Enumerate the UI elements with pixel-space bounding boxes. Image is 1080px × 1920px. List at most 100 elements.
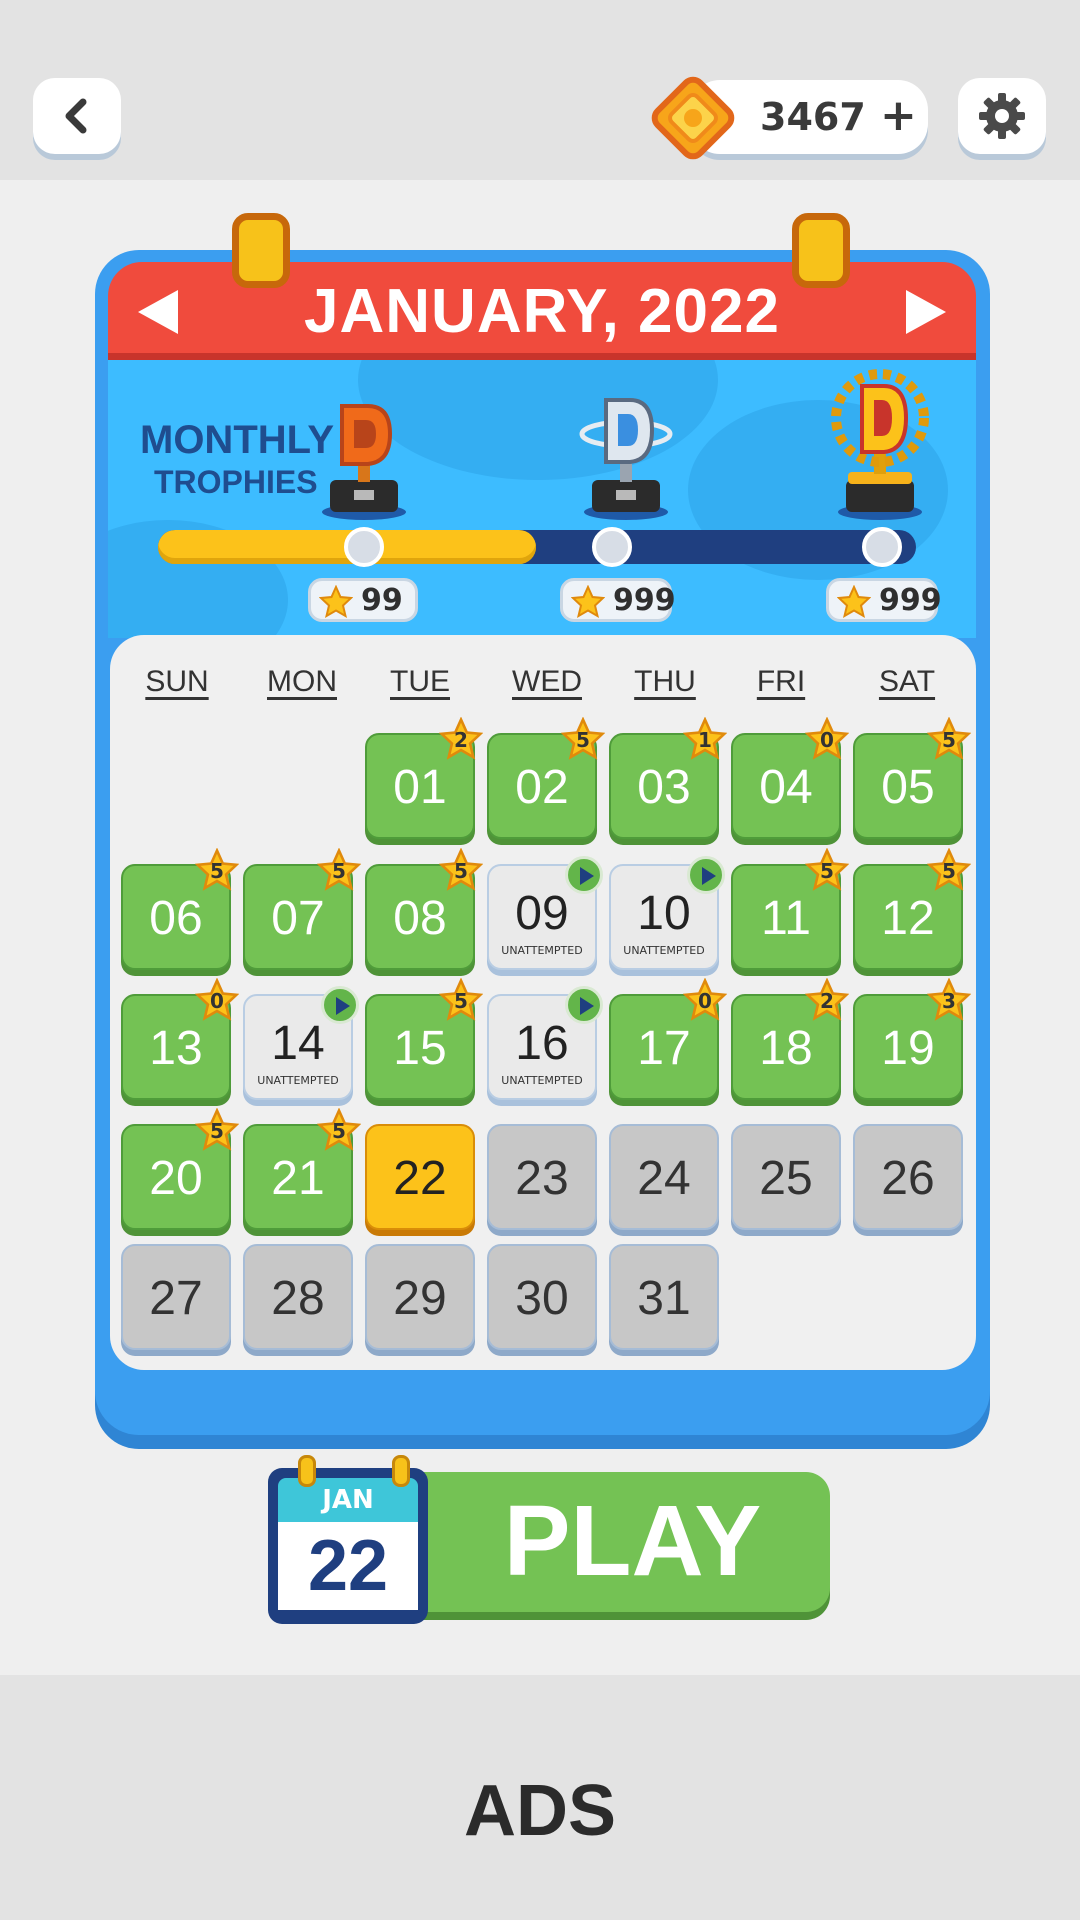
day-cell-20[interactable]: 20 5 bbox=[121, 1107, 240, 1230]
day-cell-06[interactable]: 06 5 bbox=[121, 847, 240, 970]
star-count: 5 bbox=[210, 859, 224, 883]
day-cell-08[interactable]: 08 5 bbox=[365, 847, 484, 970]
star-icon: 5 bbox=[926, 716, 972, 761]
silver-trophy-icon bbox=[579, 398, 673, 520]
gold-trophy-icon bbox=[831, 369, 929, 520]
ad-banner[interactable]: ADS bbox=[0, 1675, 1080, 1920]
day-cell-02[interactable]: 02 5 bbox=[487, 716, 606, 839]
star-icon: 5 bbox=[194, 847, 240, 892]
day-cell-12[interactable]: 12 5 bbox=[853, 847, 972, 970]
star-count: 5 bbox=[942, 728, 956, 752]
day-cell-31: 31 bbox=[609, 1244, 719, 1350]
star-icon: 5 bbox=[316, 1107, 362, 1152]
day-cell-25: 25 bbox=[731, 1124, 841, 1230]
unattempted-label: UNATTEMPTED bbox=[257, 1074, 339, 1087]
day-cell-14[interactable]: 14 UNATTEMPTED bbox=[243, 986, 359, 1100]
weekday-label: MON bbox=[267, 665, 337, 698]
day-cell-29: 29 bbox=[365, 1244, 475, 1350]
star-icon: 5 bbox=[926, 847, 972, 892]
add-coins-button[interactable]: + bbox=[880, 90, 917, 141]
day-cell-03[interactable]: 03 1 bbox=[609, 716, 728, 839]
star-count: 0 bbox=[210, 989, 224, 1013]
selected-day: 22 bbox=[278, 1522, 418, 1610]
star-icon: 5 bbox=[438, 977, 484, 1022]
star-count: 5 bbox=[820, 859, 834, 883]
star-icon bbox=[319, 585, 353, 619]
day-cell-16[interactable]: 16 UNATTEMPTED bbox=[487, 986, 603, 1100]
day-cell-17[interactable]: 17 0 bbox=[609, 977, 728, 1100]
day-cell-01[interactable]: 01 2 bbox=[365, 716, 484, 839]
star-icon: 5 bbox=[560, 716, 606, 761]
play-triangle-icon[interactable] bbox=[687, 856, 725, 894]
star-count: 3 bbox=[942, 989, 956, 1013]
play-triangle-icon[interactable] bbox=[321, 986, 359, 1024]
day-cell-13[interactable]: 13 0 bbox=[121, 977, 240, 1100]
star-icon: 5 bbox=[316, 847, 362, 892]
star-icon: 5 bbox=[194, 1107, 240, 1152]
day-cell-27: 27 bbox=[121, 1244, 231, 1350]
unattempted-label: UNATTEMPTED bbox=[623, 944, 705, 957]
star-icon: 2 bbox=[438, 716, 484, 761]
day-number: 26 bbox=[881, 1152, 935, 1205]
play-triangle-icon[interactable] bbox=[565, 986, 603, 1024]
month-title: JANUARY, 2022 bbox=[304, 277, 780, 346]
back-button[interactable] bbox=[33, 78, 121, 154]
coin-count: 3467 bbox=[760, 95, 866, 139]
weekday-label: SAT bbox=[878, 665, 936, 698]
next-month-button[interactable] bbox=[906, 290, 946, 334]
day-cell-05[interactable]: 05 5 bbox=[853, 716, 972, 839]
star-count: 2 bbox=[454, 728, 468, 752]
day-cell-22[interactable]: 22 bbox=[365, 1124, 475, 1230]
day-number: 28 bbox=[271, 1272, 325, 1325]
star-count: 5 bbox=[454, 859, 468, 883]
star-icon: 2 bbox=[804, 977, 850, 1022]
diamond-coin-icon bbox=[651, 76, 735, 160]
progress-milestone bbox=[592, 527, 632, 567]
settings-button[interactable] bbox=[958, 78, 1046, 154]
day-number: 24 bbox=[637, 1152, 691, 1205]
star-icon bbox=[837, 585, 871, 619]
star-count: 5 bbox=[454, 989, 468, 1013]
unattempted-label: UNATTEMPTED bbox=[501, 1074, 583, 1087]
day-cell-19[interactable]: 19 3 bbox=[853, 977, 972, 1100]
trophy-cost-bronze: 99 bbox=[308, 578, 418, 622]
binder-ring bbox=[392, 1455, 410, 1487]
binder-ring bbox=[298, 1455, 316, 1487]
day-cell-15[interactable]: 15 5 bbox=[365, 977, 484, 1100]
day-number: 25 bbox=[759, 1152, 813, 1205]
monthly-trophies-subtitle: TROPHIES bbox=[154, 464, 318, 500]
day-cell-10[interactable]: 10 UNATTEMPTED bbox=[609, 856, 725, 970]
star-icon: 0 bbox=[194, 977, 240, 1022]
star-count: 5 bbox=[576, 728, 590, 752]
day-number: 23 bbox=[515, 1152, 569, 1205]
unattempted-label: UNATTEMPTED bbox=[501, 944, 583, 957]
play-button[interactable]: PLAY bbox=[395, 1472, 830, 1612]
weekday-label: TUE bbox=[390, 665, 450, 698]
day-cell-11[interactable]: 11 5 bbox=[731, 847, 850, 970]
star-count: 5 bbox=[210, 1119, 224, 1143]
weekday-label: SUN bbox=[145, 665, 209, 698]
binder-ring bbox=[232, 213, 290, 288]
star-icon: 5 bbox=[804, 847, 850, 892]
star-icon: 5 bbox=[438, 847, 484, 892]
day-cell-24: 24 bbox=[609, 1124, 719, 1230]
progress-milestone bbox=[344, 527, 384, 567]
star-icon: 1 bbox=[682, 716, 728, 761]
day-cell-09[interactable]: 09 UNATTEMPTED bbox=[487, 856, 603, 970]
play-triangle-icon[interactable] bbox=[565, 856, 603, 894]
trophy-cost-gold: 999 bbox=[826, 578, 942, 622]
star-count: 0 bbox=[698, 989, 712, 1013]
day-cell-21[interactable]: 21 5 bbox=[243, 1107, 362, 1230]
day-cell-30: 30 bbox=[487, 1244, 597, 1350]
day-number: 22 bbox=[393, 1152, 447, 1205]
day-cell-18[interactable]: 18 2 bbox=[731, 977, 850, 1100]
weekday-label: THU bbox=[634, 665, 696, 698]
gear-icon bbox=[979, 93, 1025, 139]
day-number: 27 bbox=[149, 1272, 203, 1325]
progress-milestone bbox=[862, 527, 902, 567]
weekday-label: WED bbox=[512, 665, 582, 698]
day-cell-04[interactable]: 04 0 bbox=[731, 716, 850, 839]
binder-ring bbox=[792, 213, 850, 288]
day-cell-07[interactable]: 07 5 bbox=[243, 847, 362, 970]
trophy-cost-silver: 999 bbox=[560, 578, 676, 622]
